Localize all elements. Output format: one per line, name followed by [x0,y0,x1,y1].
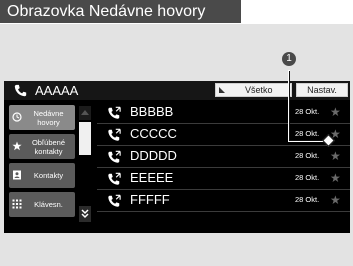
sidebar-item-label: Nedávne hovory [33,108,64,127]
call-date: 28 Okt. [295,173,320,182]
recent-calls-screen: AAAAA Všetko Nastav. Nedávne hovory Obľú… [4,81,350,233]
call-icon [108,172,121,185]
caller-name: DDDDD [130,148,177,163]
scrollbar-thumb[interactable] [79,122,91,155]
call-list-item[interactable]: BBBBB 28 Okt. ★ [97,102,350,124]
recent-calls-list: BBBBB 28 Okt. ★ CCCCC 28 Okt. ★ DDDDD 28… [97,100,350,233]
sidebar-item-contacts[interactable]: Kontakty [9,163,75,188]
sidebar-item-keypad[interactable]: Klávesn. [9,192,75,217]
dropdown-triangle-icon [219,87,225,93]
active-contact-name: AAAAA [35,83,79,98]
call-list-item[interactable]: DDDDD 28 Okt. ★ [97,146,350,168]
favorite-star-icon[interactable]: ★ [330,149,341,163]
call-date: 28 Okt. [295,107,320,116]
keypad-icon [12,199,22,209]
callout-number-badge: 1 [282,52,296,66]
sidebar-item-recent-calls[interactable]: Nedávne hovory [9,105,75,130]
call-icon [108,194,121,207]
star-icon [12,141,22,151]
clock-icon [12,112,22,122]
favorite-star-icon[interactable]: ★ [330,193,341,207]
call-icon [108,106,121,119]
call-date: 28 Okt. [295,195,320,204]
settings-button[interactable]: Nastav. [296,83,348,97]
caller-name: CCCCC [130,126,177,141]
scroll-up-button[interactable] [79,106,91,120]
call-list-item[interactable]: EEEEE 28 Okt. ★ [97,168,350,190]
favorite-star-icon[interactable]: ★ [330,105,341,119]
call-list-item[interactable]: FFFFF 28 Okt. ★ [97,190,350,212]
call-icon [108,128,121,141]
sidebar-item-favorites[interactable]: Obľúbené kontakty [9,134,75,159]
call-date: 28 Okt. [295,129,320,138]
sidebar-item-label: Obľúbené kontakty [31,137,66,156]
caller-name: BBBBB [130,104,174,119]
favorite-star-icon[interactable]: ★ [330,171,341,185]
call-icon [108,150,121,163]
sidebar: Nedávne hovory Obľúbené kontakty Kontakt… [4,100,76,233]
filter-dropdown[interactable]: Všetko [215,83,292,97]
caller-name: EEEEE [130,170,174,185]
call-list-item[interactable]: CCCCC 28 Okt. ★ [97,124,350,146]
chevron-down-icon [81,209,89,219]
callout-leader-line-inner [289,71,290,141]
filter-label: Všetko [245,85,273,95]
caller-name: FFFFF [130,192,170,207]
top-bar: AAAAA Všetko Nastav. [4,81,350,100]
page-title: Obrazovka Nedávne hovory [0,0,241,23]
sidebar-item-label: Kontakty [33,171,64,180]
call-date: 28 Okt. [295,151,320,160]
phone-icon [14,84,27,97]
sidebar-item-label: Klávesn. [34,200,63,209]
scroll-down-button[interactable] [79,206,91,222]
contacts-book-icon [13,170,21,180]
